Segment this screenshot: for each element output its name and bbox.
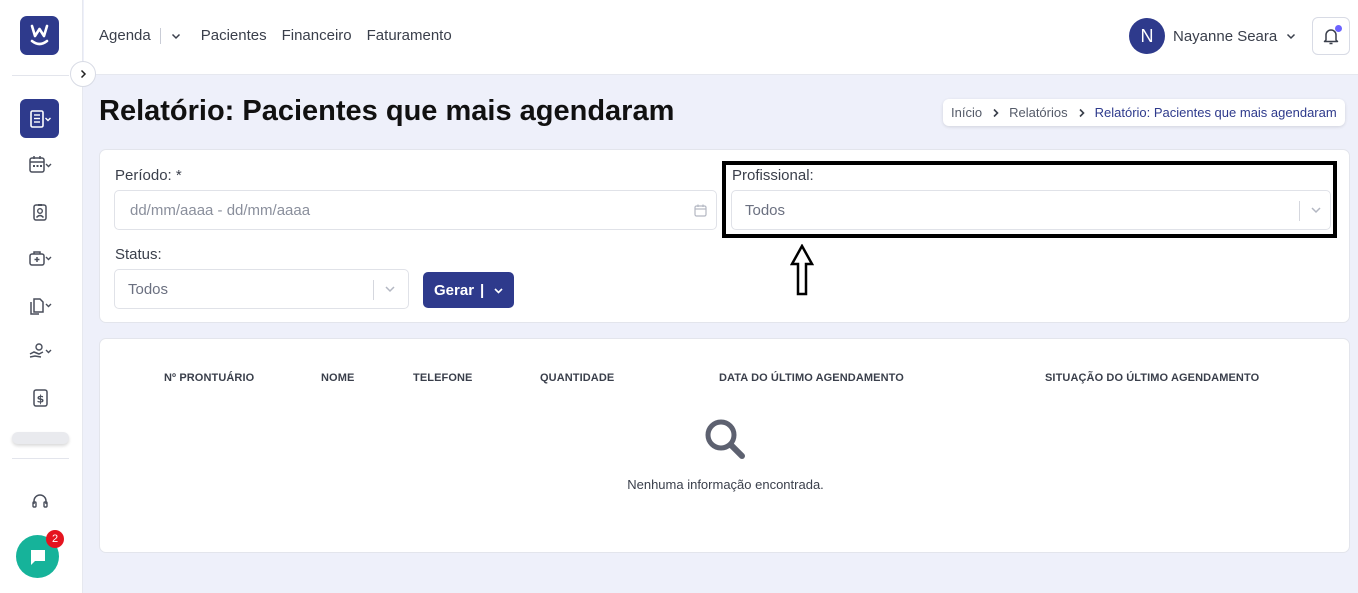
sidebar-toggle-button[interactable] — [70, 61, 96, 87]
results-table-card: Nº PRONTUÁRIO NOME TELEFONE QUANTIDADE D… — [99, 338, 1350, 553]
w-smile-logo-icon — [30, 24, 49, 46]
periodo-placeholder: dd/mm/aaaa - dd/mm/aaaa — [130, 201, 311, 219]
chevron-right-icon — [1077, 108, 1086, 118]
chevron-down-icon — [1285, 30, 1297, 42]
nav-financeiro[interactable]: Financeiro — [282, 27, 352, 44]
dollar-icon: $ — [32, 388, 48, 407]
page-title: Relatório: Pacientes que mais agendaram — [99, 95, 675, 127]
reports-icon — [29, 109, 51, 128]
breadcrumb-current: Relatório: Pacientes que mais agendaram — [1094, 105, 1337, 120]
chevron-right-icon — [991, 108, 1000, 118]
breadcrumb-inicio[interactable]: Início — [951, 105, 982, 120]
chevron-down-icon — [171, 33, 180, 39]
annotation-up-arrow-icon — [790, 244, 814, 296]
chat-bubble-icon — [30, 549, 45, 565]
sidebar-item-finance[interactable] — [20, 331, 59, 370]
chevron-down-icon — [383, 282, 397, 296]
chevron-right-icon — [80, 69, 87, 79]
patient-badge-icon — [32, 203, 47, 221]
column-header-data-ultimo-agendamento[interactable]: DATA DO ÚLTIMO AGENDAMENTO — [719, 372, 904, 384]
app-logo[interactable] — [20, 16, 59, 55]
nav-pacientes[interactable]: Pacientes — [201, 27, 267, 44]
chat-notification-badge: 2 — [46, 530, 64, 548]
sidebar-item-patients[interactable] — [20, 192, 59, 231]
gerar-label: Gerar — [434, 281, 475, 299]
status-selected-value: Todos — [128, 280, 169, 298]
empty-state-message: Nenhuma informação encontrada. — [627, 477, 824, 492]
breadcrumb-relatorios[interactable]: Relatórios — [1009, 105, 1068, 120]
medical-case-icon — [28, 250, 51, 266]
nav-separator — [159, 27, 161, 44]
status-label: Status: — [115, 246, 162, 263]
avatar: N — [1129, 18, 1165, 54]
column-header-situacao-ultimo-agendamento[interactable]: SITUAÇÃO DO ÚLTIMO AGENDAMENTO — [1045, 372, 1259, 384]
column-header-prontuario[interactable]: Nº PRONTUÁRIO — [164, 372, 254, 384]
sidebar-divider — [12, 458, 69, 459]
column-header-quantidade[interactable]: QUANTIDADE — [540, 372, 614, 384]
topbar: Agenda Pacientes Financeiro Faturamento … — [84, 0, 1358, 75]
nav-agenda[interactable]: Agenda — [99, 27, 151, 44]
hand-coin-icon — [29, 342, 51, 358]
sidebar-item-billing[interactable]: $ — [20, 378, 59, 417]
search-icon — [705, 419, 745, 459]
sidebar-scroll-indicator[interactable] — [12, 432, 69, 444]
calendar-icon — [28, 155, 51, 173]
annotation-highlight-box — [722, 161, 1337, 238]
gerar-separator: | — [480, 281, 485, 299]
nav-faturamento[interactable]: Faturamento — [367, 27, 452, 44]
calendar-icon — [694, 204, 707, 217]
chevron-down-icon — [494, 287, 503, 294]
periodo-date-range-input[interactable]: dd/mm/aaaa - dd/mm/aaaa — [114, 190, 717, 230]
select-separator — [373, 280, 374, 300]
notification-dot — [1335, 25, 1342, 32]
sidebar-item-reports[interactable] — [20, 99, 59, 138]
sidebar-item-calendar[interactable] — [20, 145, 59, 184]
user-menu[interactable]: N Nayanne Seara — [1129, 18, 1297, 54]
sidebar: $ — [0, 0, 83, 593]
user-name: Nayanne Seara — [1173, 27, 1278, 45]
gerar-button[interactable]: Gerar | — [423, 272, 514, 308]
main-nav: Agenda Pacientes Financeiro Faturamento — [99, 27, 467, 44]
status-select[interactable]: Todos — [114, 269, 409, 309]
column-header-telefone[interactable]: TELEFONE — [413, 372, 472, 384]
notifications-button[interactable] — [1312, 17, 1350, 55]
column-header-nome[interactable]: NOME — [321, 372, 354, 384]
periodo-label: Período: * — [115, 167, 182, 184]
documents-icon — [29, 297, 51, 315]
sidebar-item-support[interactable] — [20, 481, 59, 520]
breadcrumb: Início Relatórios Relatório: Pacientes q… — [943, 99, 1345, 126]
headset-icon — [31, 493, 48, 508]
sidebar-item-documents[interactable] — [20, 285, 59, 324]
svg-text:$: $ — [36, 392, 44, 405]
agenda-dropdown-toggle[interactable] — [170, 30, 182, 42]
sidebar-divider — [12, 75, 69, 76]
sidebar-item-medical[interactable] — [20, 238, 59, 277]
